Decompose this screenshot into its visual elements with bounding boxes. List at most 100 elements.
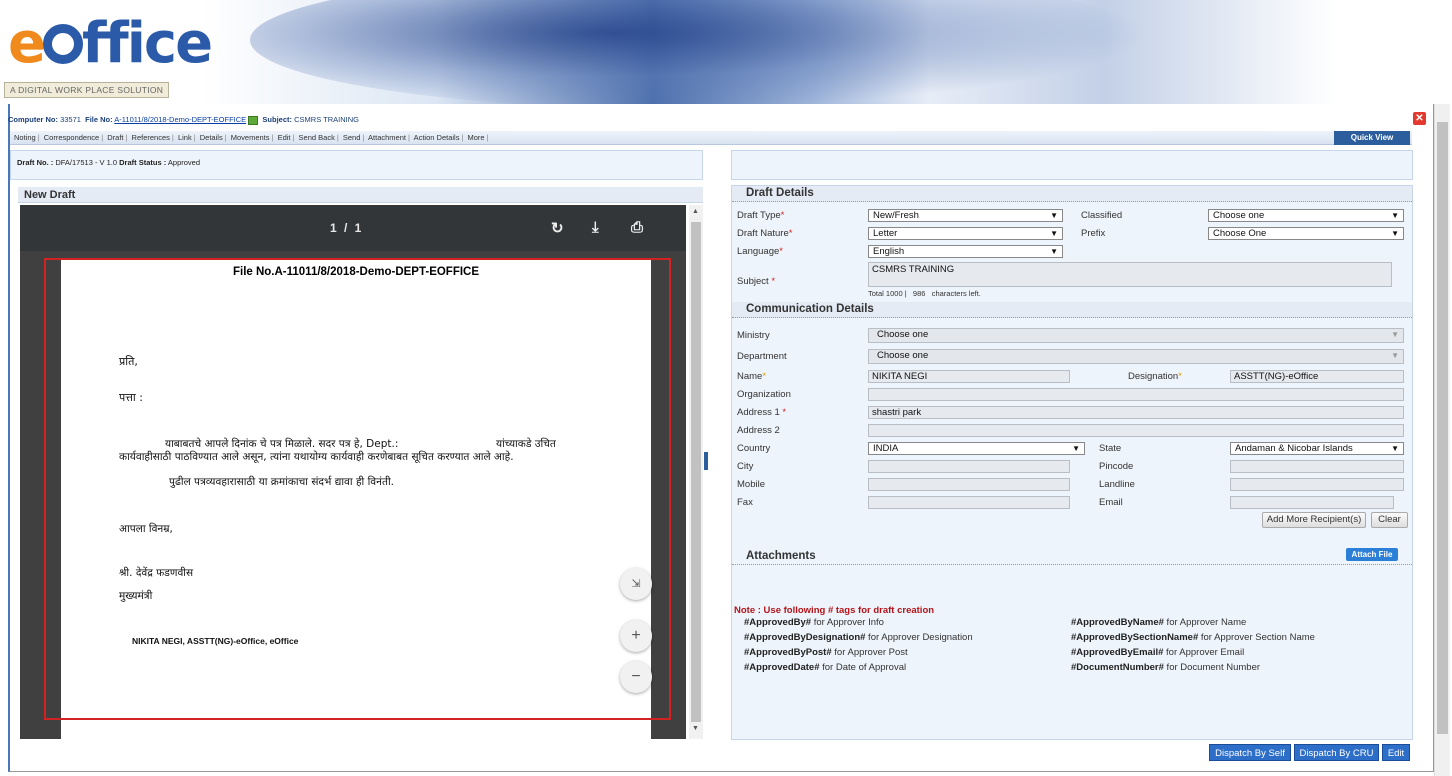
draft-no: DFA/17513 - V 1.0 xyxy=(55,158,118,167)
clear-button[interactable]: Clear xyxy=(1371,512,1408,528)
address2-label: Address 2 xyxy=(737,425,780,436)
designation-input[interactable]: ASSTT(NG)-eOffice xyxy=(1230,370,1404,383)
menu-movements[interactable]: Movements xyxy=(231,133,270,142)
pincode-input[interactable] xyxy=(1230,460,1404,473)
classified-label: Classified xyxy=(1081,210,1123,221)
file-no-link[interactable]: A-11011/8/2018-Demo-DEPT-EOFFICE xyxy=(114,115,246,124)
menu-draft[interactable]: Draft xyxy=(107,133,123,142)
designation-label: Designation* xyxy=(1128,371,1182,382)
country-select[interactable]: INDIA ▼ xyxy=(868,442,1085,455)
communication-details-heading: Communication Details xyxy=(732,302,1412,318)
right-info-box xyxy=(731,150,1413,180)
quick-view-button[interactable]: Quick View xyxy=(1334,131,1410,145)
page-scrollbar-thumb[interactable] xyxy=(1437,122,1448,734)
menu-action-details[interactable]: Action Details xyxy=(414,133,460,142)
fax-label: Fax xyxy=(737,497,753,508)
dispatch-by-self-button[interactable]: Dispatch By Self xyxy=(1209,744,1291,761)
ministry-select[interactable]: Choose one ▼ xyxy=(868,328,1404,343)
prefix-select[interactable]: Choose One ▼ xyxy=(1208,227,1404,240)
fax-input[interactable] xyxy=(868,496,1070,509)
draft-info-bar: Draft No. : DFA/17513 - V 1.0 Draft Stat… xyxy=(10,150,703,180)
tags-note: Note : Use following # tags for draft cr… xyxy=(734,605,935,616)
pincode-label: Pincode xyxy=(1099,461,1134,472)
language-label: Language* xyxy=(737,246,783,257)
draft-status-label: Draft Status : xyxy=(119,158,167,167)
department-label: Department xyxy=(737,351,787,362)
scroll-up-icon[interactable]: ▲ xyxy=(692,208,699,215)
print-icon[interactable]: ⎙ xyxy=(631,219,643,236)
zoom-in-icon[interactable]: + xyxy=(620,620,652,652)
computer-no-label: Computer No: xyxy=(8,115,58,124)
attachments-heading: Attachments xyxy=(732,549,1412,565)
menu-attachment[interactable]: Attachment xyxy=(368,133,406,142)
download-icon[interactable]: ⤓ xyxy=(592,219,599,236)
header-banner: e ffice A DIGITAL WORK PLACE SOLUTION xyxy=(0,0,1452,104)
ministry-label: Ministry xyxy=(737,330,770,341)
subject-label: Subject: xyxy=(262,115,293,124)
menu-more[interactable]: More xyxy=(468,133,485,142)
eoffice-logo: e ffice xyxy=(8,11,213,76)
menu-noting[interactable]: Noting xyxy=(14,133,36,142)
action-menu-bar: Noting | Correspondence | Draft | Reference… xyxy=(10,131,1412,145)
city-label: City xyxy=(737,461,754,472)
country-label: Country xyxy=(737,443,771,454)
edit-button[interactable]: Edit xyxy=(1382,744,1410,761)
tag-approved-by-email: #ApprovedByEmail# for Approver Email xyxy=(1071,647,1245,658)
banner-swoosh xyxy=(250,0,1150,104)
menu-details[interactable]: Details xyxy=(200,133,223,142)
mobile-label: Mobile xyxy=(737,479,765,490)
draft-type-label: Draft Type* xyxy=(737,210,785,221)
close-icon[interactable]: ✕ xyxy=(1413,112,1426,125)
fit-page-icon[interactable]: ⇲ xyxy=(620,568,652,600)
add-more-recipients-button[interactable]: Add More Recipient(s) xyxy=(1262,512,1366,528)
email-input[interactable] xyxy=(1230,496,1394,509)
mobile-input[interactable] xyxy=(868,478,1070,491)
scroll-down-icon[interactable]: ▼ xyxy=(692,725,699,732)
char-counter: Total 1000 | 986 characters left. xyxy=(868,289,981,298)
state-select[interactable]: Andaman & Nicobar Islands ▼ xyxy=(1230,442,1404,455)
splitter-handle[interactable] xyxy=(704,452,708,470)
file-no-label: File No: xyxy=(85,115,113,124)
rotate-icon[interactable]: ↻ xyxy=(551,219,564,237)
draft-type-select[interactable]: New/Fresh ▼ xyxy=(868,209,1063,222)
zoom-out-icon[interactable]: − xyxy=(620,661,652,693)
pdf-toolbar: 1 / 1 ↻ ⤓ ⎙ xyxy=(20,205,686,251)
address2-input[interactable] xyxy=(868,424,1404,437)
city-input[interactable] xyxy=(868,460,1070,473)
classified-select[interactable]: Choose one ▼ xyxy=(1208,209,1404,222)
subject-value: CSMRS TRAINING xyxy=(294,115,359,124)
tag-approved-by-designation: #ApprovedByDesignation# for Approver Des… xyxy=(744,632,973,643)
landline-input[interactable] xyxy=(1230,478,1404,491)
organization-input[interactable] xyxy=(868,388,1404,401)
tag-approved-by-post: #ApprovedByPost# for Approver Post xyxy=(744,647,908,658)
file-info-bar: Computer No: 33571 File No: A-11011/8/20… xyxy=(8,115,359,125)
menu-references[interactable]: References xyxy=(132,133,170,142)
attach-file-button[interactable]: Attach File xyxy=(1346,548,1398,561)
address1-label: Address 1 * xyxy=(737,407,787,418)
tag-approved-by-section-name: #ApprovedBySectionName# for Approver Sec… xyxy=(1071,632,1315,643)
department-select[interactable]: Choose one ▼ xyxy=(868,349,1404,364)
address1-input[interactable]: shastri park xyxy=(868,406,1404,419)
file-open-icon[interactable] xyxy=(248,115,259,125)
page-scrollbar[interactable] xyxy=(1434,104,1450,776)
menu-send[interactable]: Send xyxy=(343,133,361,142)
tag-document-number: #DocumentNumber# for Document Number xyxy=(1071,662,1261,673)
language-select[interactable]: English ▼ xyxy=(868,245,1063,258)
draft-nature-select[interactable]: Letter ▼ xyxy=(868,227,1063,240)
pdf-viewer: 1 / 1 ↻ ⤓ ⎙ File No.A-11011/8/2018-Demo-… xyxy=(20,205,686,739)
selection-highlight xyxy=(44,258,671,720)
dispatch-by-cru-button[interactable]: Dispatch By CRU xyxy=(1294,744,1379,761)
pdf-scrollbar[interactable]: ▲ ▼ xyxy=(689,205,703,739)
menu-link[interactable]: Link xyxy=(178,133,192,142)
subject-textarea[interactable]: CSMRS TRAINING xyxy=(868,262,1392,287)
landline-label: Landline xyxy=(1099,479,1135,490)
tag-approved-by: #ApprovedBy# for Approver Info xyxy=(744,617,884,628)
menu-send-back[interactable]: Send Back xyxy=(299,133,335,142)
pdf-scrollbar-thumb[interactable] xyxy=(691,222,701,722)
email-label: Email xyxy=(1099,497,1123,508)
name-input[interactable]: NIKITA NEGI xyxy=(868,370,1070,383)
menu-edit[interactable]: Edit xyxy=(278,133,291,142)
tag-approved-by-name: #ApprovedByName# for Approver Name xyxy=(1071,617,1247,628)
logo-tagline: A DIGITAL WORK PLACE SOLUTION xyxy=(4,82,170,98)
menu-correspondence[interactable]: Correspondence xyxy=(44,133,99,142)
